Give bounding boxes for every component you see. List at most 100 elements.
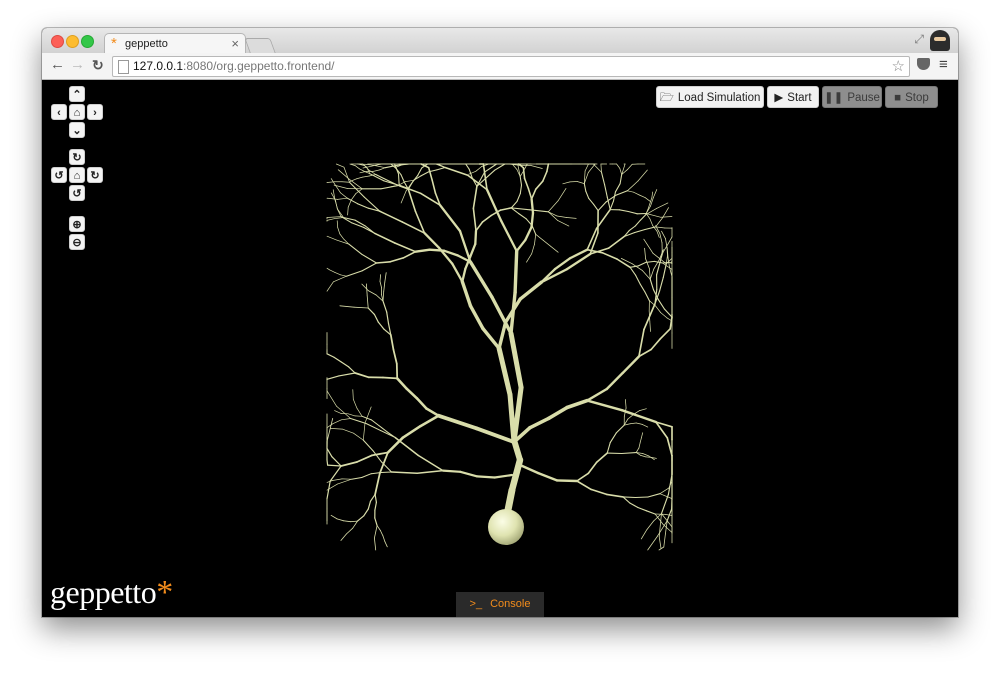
address-bar[interactable]: 127.0.0.1:8080/org.geppetto.frontend/ ☆ [112,56,910,77]
pan-left-button[interactable]: ‹ [51,104,67,120]
dendrite-segment [629,266,637,276]
tab-close-icon[interactable]: × [231,36,239,51]
dendrite-segment [339,233,345,240]
dendrite-segment [343,520,352,523]
dendrite-segment [345,270,363,277]
dendrite-segment [394,242,417,253]
rotate-up-button[interactable]: ↻ [69,149,85,165]
dendrite-segment [468,260,494,299]
folder-open-icon: 🗁 [659,92,674,104]
dendrite-segment [530,211,535,229]
dendrite-segment [335,163,345,168]
dendrite-segment [615,190,628,196]
dendrite-segment [651,191,654,199]
dendrite-segment [524,225,533,242]
pan-home-button[interactable]: ⌂ [69,104,85,120]
dendrite-segment [644,197,651,202]
dendrite-segment [587,461,598,475]
new-tab-button[interactable] [244,38,276,53]
dendrite-segment [474,229,478,246]
geppetto-canvas[interactable]: ⌃ ‹ ⌂ › ⌄ ↻ ↺ ⌂ ↻ ↺ ⊕ ⊖ 🗁 Load Simulation… [42,80,958,617]
close-window-button[interactable] [51,35,64,48]
dendrite-segment [619,173,623,185]
dendrite-segment [590,488,608,496]
load-simulation-label: Load Simulation [677,92,761,104]
pan-up-button[interactable]: ⌃ [69,86,85,102]
dendrite-segment [531,225,537,235]
dendrite-segment [362,175,370,178]
forward-arrow-icon[interactable]: → [70,57,85,73]
dendrite-segment [416,469,444,474]
zoom-in-button[interactable]: ⊕ [69,216,85,232]
dendrite-segment [347,413,356,417]
dendrite-segment [518,212,527,220]
dendrite-segment [356,407,363,417]
hamburger-menu-icon[interactable]: ≡ [939,56,948,74]
fullscreen-icon[interactable]: ⤢ [914,32,924,47]
dendrite-segment [637,169,648,182]
bookmark-star-icon[interactable]: ☆ [892,57,905,75]
dendrite-segment [550,245,559,253]
dendrite-segment [659,276,664,292]
dendrite-segment [332,478,343,481]
soma[interactable] [488,509,524,545]
console-button[interactable]: >_ Console [456,592,544,617]
profile-avatar-icon[interactable] [930,30,950,51]
start-button[interactable]: ▶ Start [767,86,819,108]
dendrite-segment [649,218,654,226]
dendrite-segment [423,231,441,249]
zoom-window-button[interactable] [81,35,94,48]
zoom-out-button[interactable]: ⊖ [69,234,85,250]
dendrite-segment [377,321,385,330]
dendrite-segment [641,424,649,428]
dendrite-segment [414,248,431,253]
dendrite-segment [583,183,587,192]
load-simulation-button[interactable]: 🗁 Load Simulation [656,86,764,108]
stop-button[interactable]: ■ Stop [885,86,938,108]
dendrite-segment [526,253,533,263]
tab-geppetto[interactable]: * geppetto × [104,33,246,54]
dendrite-segment [340,533,347,541]
dendrite-segment [547,211,558,221]
dendrite-segment [350,520,358,523]
pocket-icon[interactable] [917,58,930,70]
pan-right-button[interactable]: › [87,104,103,120]
dendrite-segment [497,320,508,351]
minimize-window-button[interactable] [66,35,79,48]
dendrite-segment [644,291,650,302]
purkinje-neuron-model[interactable] [42,80,958,617]
url-text: 127.0.0.1:8080/org.geppetto.frontend/ [133,59,335,73]
dendrite-segment [327,197,338,200]
dendrite-segment [438,204,462,233]
dendrite-segment [629,422,637,425]
rotate-right-button[interactable]: ↻ [87,167,103,183]
back-arrow-icon[interactable]: ← [50,57,65,73]
reload-icon[interactable]: ↻ [92,57,104,73]
dendrite-segment [593,203,599,212]
dendrite-segment [647,493,661,498]
dendrite-segment [343,166,350,183]
dendrite-segment [510,200,518,209]
dendrite-segment [481,214,492,223]
dendrite-segment [638,194,646,198]
dendrite-segment [333,356,342,363]
pan-down-button[interactable]: ⌄ [69,122,85,138]
dendrite-segment [618,209,629,213]
dendrite-segment [348,366,356,374]
dendrite-segment [384,272,387,283]
dendrite-segment [379,274,382,282]
dendrite-segment [605,371,625,391]
dendrite-segment [542,170,548,182]
dendrite-segment [369,493,376,502]
dendrite-segment [627,414,634,420]
dendrite-segment [513,249,519,295]
dendrite-segment [341,181,350,183]
dendrite-segment [511,385,524,445]
logo-text: geppetto [50,574,157,610]
dendrite-segment [382,300,388,313]
pause-button[interactable]: ❚❚ Pause [822,86,882,108]
rotate-left-button[interactable]: ↺ [51,167,67,183]
dendrite-segment [508,330,524,390]
rotate-home-button[interactable]: ⌂ [69,167,85,183]
rotate-down-button[interactable]: ↺ [69,185,85,201]
